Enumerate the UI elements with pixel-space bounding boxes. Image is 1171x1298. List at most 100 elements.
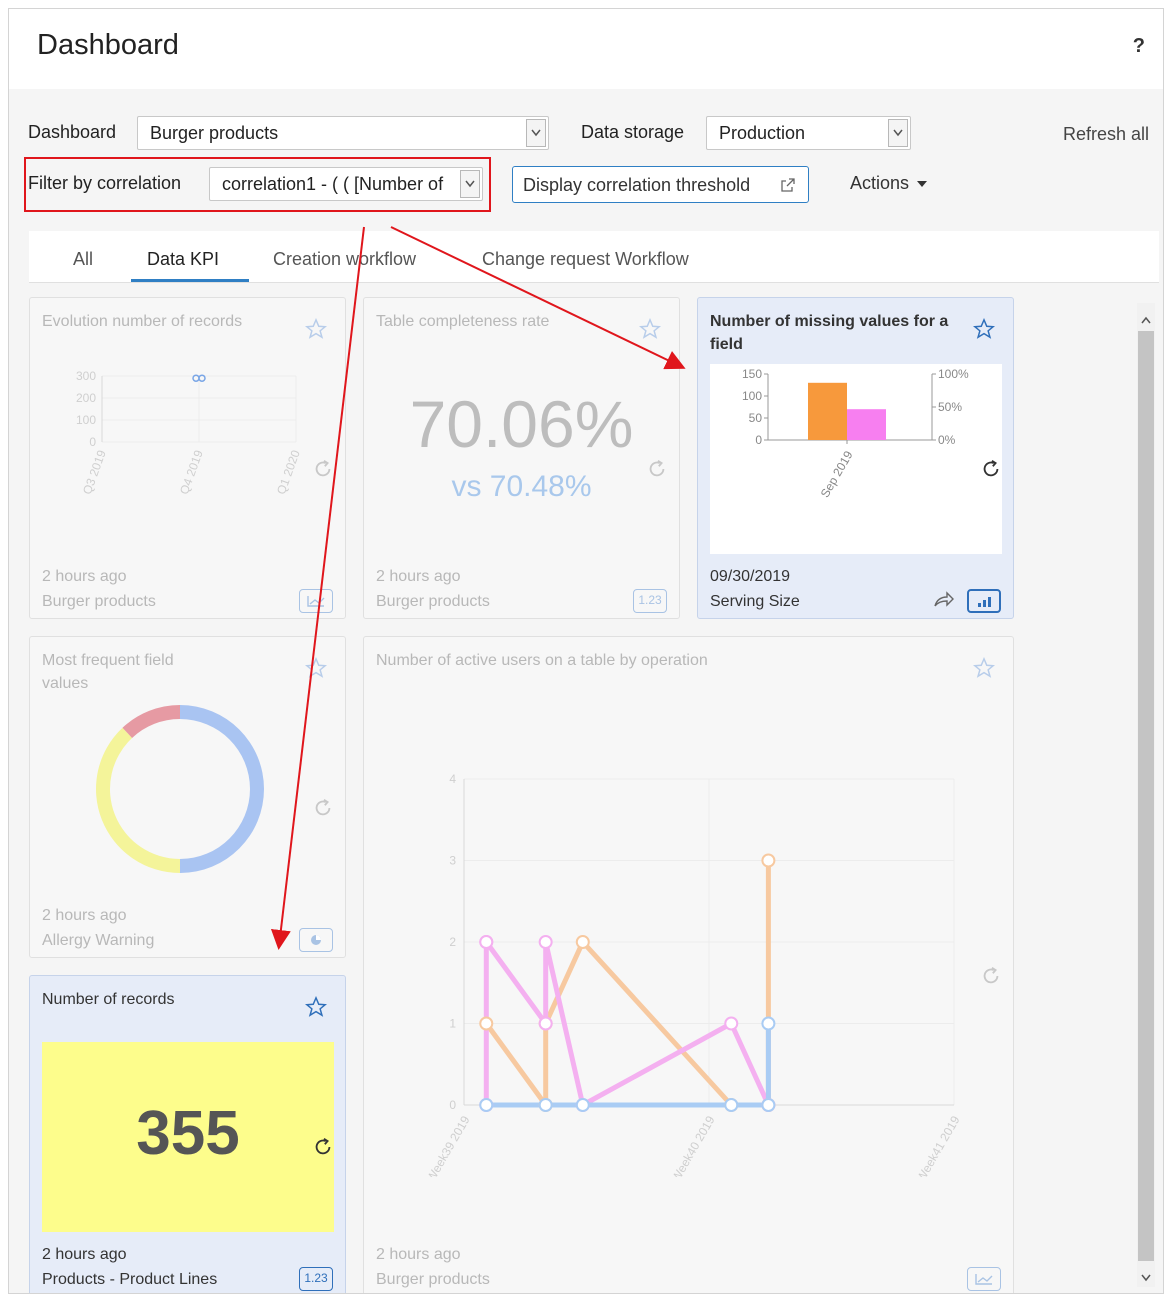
records-value-panel: 355 [42,1042,334,1232]
series-point [479,935,494,949]
y-tick-label: 0 [89,435,96,449]
scroll-up-icon[interactable] [1141,311,1151,329]
active-users-line-chart: 0 1 2 3 4 Week39 2019 Week40 2019 Week41 2019 [424,772,963,1177]
card-timestamp: 2 hours ago [42,568,127,585]
vertical-scrollbar[interactable] [1137,303,1155,1287]
dashboard-window: Dashboard ? Dashboard Burger products Da… [8,8,1164,1294]
card-source: Burger products [376,1271,490,1288]
star-icon[interactable] [304,995,328,1023]
series-point [538,935,553,949]
refresh-icon[interactable] [980,965,1002,992]
records-value: 355 [136,1099,240,1168]
refresh-icon[interactable] [312,797,334,824]
series-point [761,1098,776,1112]
series-point [575,1098,590,1112]
external-link-icon [780,177,796,198]
y2-tick-label: 50% [938,400,962,414]
donut-slice [180,705,264,873]
help-button[interactable]: ? [1133,35,1145,58]
card-active-users-by-operation[interactable]: Number of active users on a table by ope… [363,636,1014,1293]
card-title: Number of active users on a table by ope… [376,652,708,669]
card-timestamp: 2 hours ago [376,568,461,585]
card-timestamp: 2 hours ago [42,1246,127,1263]
active-tab-indicator [131,279,249,282]
tab-all[interactable]: All [73,249,93,270]
scroll-down-icon[interactable] [1141,1269,1151,1287]
star-icon[interactable] [972,656,996,684]
card-evolution-number-of-records[interactable]: Evolution number of records 0 100 200 300 Q3… [29,297,346,619]
star-icon[interactable] [304,656,328,684]
card-date: 09/30/2019 [710,568,791,585]
star-icon[interactable] [972,317,996,345]
card-title: Most frequent field values [42,652,174,692]
card-title: Number of missing values for a field [710,313,949,353]
actions-label: Actions [850,173,910,193]
refresh-icon[interactable] [312,1136,334,1163]
card-source: Burger products [376,593,490,610]
actions-menu[interactable]: Actions [850,173,928,194]
chevron-down-icon[interactable] [888,119,908,147]
refresh-icon[interactable] [980,458,1002,485]
y-tick-label: 200 [76,391,96,405]
series-point [479,1016,494,1031]
completeness-compare: vs 70.48% [451,470,592,503]
x-tick-label: Q1 2020 [274,448,303,496]
display-correlation-threshold-button[interactable]: Display correlation threshold [512,166,809,203]
series-point [575,935,590,949]
scrollbar-thumb[interactable] [1138,331,1154,1261]
series-point [724,1016,739,1031]
y-tick-label: 0 [449,1098,456,1112]
y-tick-label: 4 [449,772,456,786]
card-number-of-missing-values[interactable]: Number of missing values for a field 0 50… [697,297,1014,619]
x-tick-label: Q4 2019 [177,448,206,496]
dashboard-label: Dashboard [28,122,117,142]
donut-slice [122,705,180,738]
tab-change-request-workflow[interactable]: Change request Workflow [482,249,689,270]
data-storage-label: Data storage [581,122,685,142]
y-tick-label: 50 [749,411,763,425]
tab-data-kpi[interactable]: Data KPI [147,249,219,270]
series-point [724,1098,739,1112]
y-tick-label: 3 [449,854,456,868]
refresh-icon[interactable] [312,458,334,485]
y-tick-label: 150 [742,367,762,381]
x-tick-label: Q3 2019 [80,448,109,496]
highlight-annotation-box [24,157,491,212]
bar-chart-icon [967,589,1001,613]
card-table-completeness-rate[interactable]: Table completeness rate 70.06% vs 70.48%… [363,297,680,619]
star-icon[interactable] [304,317,328,345]
completeness-value: 70.06% [409,387,634,461]
share-icon[interactable] [933,590,955,613]
data-storage-select[interactable]: Production [706,116,911,150]
x-tick-label: Week41 2019 [914,1113,963,1177]
card-field: Serving Size [710,593,800,610]
series-line [486,1023,771,1108]
numeric-kpi-icon: 1.23 [633,589,667,613]
donut-slice [96,727,180,873]
y-tick-label: 1 [449,1017,456,1031]
x-tick-label: Week39 2019 [424,1113,473,1177]
series-point [538,1098,553,1112]
missing-values-chart-area: 0 50 100 150 0% 50% 100% Sep 2019 [710,364,1002,554]
card-most-frequent-field-values[interactable]: Most frequent field values 2 hours ago A… [29,636,346,958]
chevron-down-icon[interactable] [526,119,546,147]
page-title: Dashboard [37,29,179,61]
star-icon[interactable] [638,317,662,345]
y-tick-label: 100 [76,413,96,427]
card-source: Products - Product Lines [42,1271,218,1288]
refresh-all-link[interactable]: Refresh all [1063,124,1149,145]
card-title: Evolution number of records [42,313,243,330]
dashboard-select[interactable]: Burger products [137,116,549,150]
line-chart-icon [299,589,333,613]
pie-chart-icon [299,928,333,952]
y-tick-label: 2 [449,935,456,949]
display-correlation-threshold-label: Display correlation threshold [523,175,751,195]
tab-creation-workflow[interactable]: Creation workflow [273,249,416,270]
x-tick-label: Sep 2019 [818,448,856,500]
card-source: Burger products [42,593,156,610]
card-number-of-records[interactable]: Number of records 355 2 hours ago Produc… [29,975,346,1293]
numeric-kpi-icon: 1.23 [299,1267,333,1291]
refresh-icon[interactable] [646,458,668,485]
series-point [479,1098,494,1112]
series-line [484,860,771,1108]
